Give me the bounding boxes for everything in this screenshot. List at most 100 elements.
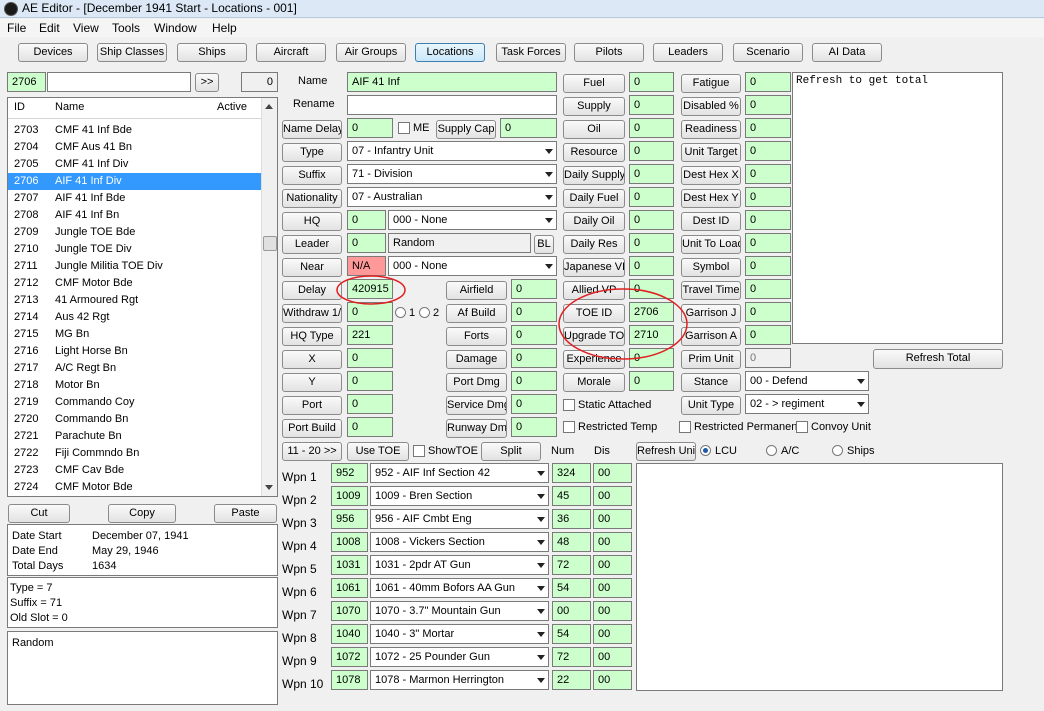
oil-field[interactable]: 0 xyxy=(629,118,674,138)
weapon-combo[interactable]: 1008 - Vickers Section xyxy=(370,532,549,552)
port-button[interactable]: Port xyxy=(282,396,342,415)
travel-time-button[interactable]: Travel Time xyxy=(681,281,741,300)
oil-button[interactable]: Oil xyxy=(563,120,625,139)
fuel-button[interactable]: Fuel xyxy=(563,74,625,93)
symbol-button[interactable]: Symbol xyxy=(681,258,741,277)
withdraw-radio-2[interactable] xyxy=(419,307,430,318)
weapon-num-field[interactable]: 36 xyxy=(552,509,591,529)
port-build-field[interactable]: 0 xyxy=(347,417,393,437)
weapon-id-field[interactable]: 1040 xyxy=(331,624,368,644)
y-button[interactable]: Y xyxy=(282,373,342,392)
list-item[interactable]: 2716 Light Horse Bn xyxy=(8,343,263,360)
dest-id-button[interactable]: Dest ID xyxy=(681,212,741,231)
weapon-dis-field[interactable]: 00 xyxy=(593,509,632,529)
supply-field[interactable]: 0 xyxy=(629,95,674,115)
toe-id-button[interactable]: TOE ID xyxy=(563,304,625,323)
rename-field[interactable] xyxy=(347,95,557,115)
stance-button[interactable]: Stance xyxy=(681,373,741,392)
weapon-combo[interactable]: 1031 - 2pdr AT Gun xyxy=(370,555,549,575)
tab-air-groups[interactable]: Air Groups xyxy=(336,43,406,62)
list-item[interactable]: 2703 CMF 41 Inf Bde xyxy=(8,122,263,139)
restricted-permanent-checkbox[interactable] xyxy=(679,421,691,433)
near-field[interactable]: N/A xyxy=(347,256,386,276)
dest-hex-y-button[interactable]: Dest Hex Y xyxy=(681,189,741,208)
show-toe-checkbox[interactable] xyxy=(413,445,425,457)
refresh-units-button[interactable]: Refresh Units xyxy=(636,442,696,461)
ac-radio[interactable] xyxy=(766,445,777,456)
convoy-unit-checkbox[interactable] xyxy=(796,421,808,433)
forts-button[interactable]: Forts xyxy=(446,327,507,346)
weapon-id-field[interactable]: 1072 xyxy=(331,647,368,667)
weapon-dis-field[interactable]: 00 xyxy=(593,601,632,621)
list-item[interactable]: 2709 Jungle TOE Bde xyxy=(8,224,263,241)
forts-field[interactable]: 0 xyxy=(511,325,557,345)
tab-aircraft[interactable]: Aircraft xyxy=(256,43,326,62)
port-dmg-button[interactable]: Port Dmg xyxy=(446,373,507,392)
list-header-name[interactable]: Name xyxy=(55,101,84,113)
unit-target-field[interactable]: 0 xyxy=(745,141,791,161)
weapon-combo[interactable]: 952 - AIF Inf Section 42 xyxy=(370,463,549,483)
upgrade-toe-field[interactable]: 2710 xyxy=(629,325,674,345)
garrison-a-field[interactable]: 0 xyxy=(745,325,791,345)
hq-button[interactable]: HQ xyxy=(282,212,342,231)
scroll-thumb[interactable] xyxy=(263,236,277,251)
japanese-vp-field[interactable]: 0 xyxy=(629,256,674,276)
copy-button[interactable]: Copy xyxy=(108,504,176,523)
af-build-button[interactable]: Af Build xyxy=(446,304,507,323)
weapon-num-field[interactable]: 72 xyxy=(552,647,591,667)
unit-type-combo[interactable]: 02 - > regiment xyxy=(745,394,869,414)
list-item[interactable]: 2717 A/C Regt Bn xyxy=(8,360,263,377)
suffix-combo[interactable]: 71 - Division xyxy=(347,164,557,184)
units-panel[interactable] xyxy=(636,463,1003,691)
dest-hex-x-field[interactable]: 0 xyxy=(745,164,791,184)
menu-window[interactable]: Window xyxy=(154,20,197,36)
airfield-field[interactable]: 0 xyxy=(511,279,557,299)
weapon-num-field[interactable]: 324 xyxy=(552,463,591,483)
delay-button[interactable]: Delay xyxy=(282,281,342,300)
service-dmg-field[interactable]: 0 xyxy=(511,394,557,414)
garrison-a-button[interactable]: Garrison A xyxy=(681,327,741,346)
near-button[interactable]: Near xyxy=(282,258,342,277)
travel-time-field[interactable]: 0 xyxy=(745,279,791,299)
list-item[interactable]: 2715 MG Bn xyxy=(8,326,263,343)
withdraw-button[interactable]: Withdraw 1/2 xyxy=(282,304,342,323)
name-delay-field[interactable]: 0 xyxy=(347,118,393,138)
menu-edit[interactable]: Edit xyxy=(39,20,60,36)
static-attached-checkbox[interactable] xyxy=(563,399,575,411)
output-panel[interactable]: Refresh to get total xyxy=(792,72,1003,344)
damage-field[interactable]: 0 xyxy=(511,348,557,368)
weapon-id-field[interactable]: 956 xyxy=(331,509,368,529)
menu-view[interactable]: View xyxy=(73,20,99,36)
near-combo[interactable]: 000 - None xyxy=(388,256,557,276)
list-scrollbar[interactable] xyxy=(261,98,277,496)
supply-cap-field[interactable]: 0 xyxy=(500,118,557,138)
weapon-num-field[interactable]: 00 xyxy=(552,601,591,621)
supply-cap-button[interactable]: Supply Cap xyxy=(436,120,496,139)
weapon-num-field[interactable]: 54 xyxy=(552,624,591,644)
name-delay-button[interactable]: Name Delay xyxy=(282,120,342,139)
name-field[interactable]: AIF 41 Inf xyxy=(347,72,557,92)
garrison-j-field[interactable]: 0 xyxy=(745,302,791,322)
dest-hex-y-field[interactable]: 0 xyxy=(745,187,791,207)
weapon-num-field[interactable]: 54 xyxy=(552,578,591,598)
weapons-page-button[interactable]: 11 - 20 >> xyxy=(282,442,342,461)
weapon-combo[interactable]: 1070 - 3.7" Mountain Gun xyxy=(370,601,549,621)
dest-id-field[interactable]: 0 xyxy=(745,210,791,230)
daily-supply-field[interactable]: 0 xyxy=(629,164,674,184)
daily-fuel-field[interactable]: 0 xyxy=(629,187,674,207)
list-item[interactable]: 2705 CMF 41 Inf Div xyxy=(8,156,263,173)
hq-combo[interactable]: 000 - None xyxy=(388,210,557,230)
weapon-id-field[interactable]: 1070 xyxy=(331,601,368,621)
list-item[interactable]: 2713 41 Armoured Rgt xyxy=(8,292,263,309)
me-checkbox[interactable] xyxy=(398,122,410,134)
weapon-dis-field[interactable]: 00 xyxy=(593,624,632,644)
allied-vp-field[interactable]: 0 xyxy=(629,279,674,299)
cut-button[interactable]: Cut xyxy=(8,504,70,523)
disabled-button[interactable]: Disabled % xyxy=(681,97,741,116)
symbol-field[interactable]: 0 xyxy=(745,256,791,276)
weapon-combo[interactable]: 1078 - Marmon Herrington xyxy=(370,670,549,690)
weapon-id-field[interactable]: 1061 xyxy=(331,578,368,598)
list-item[interactable]: 2704 CMF Aus 41 Bn xyxy=(8,139,263,156)
dest-hex-x-button[interactable]: Dest Hex X xyxy=(681,166,741,185)
search-go-button[interactable]: >> xyxy=(195,73,219,92)
